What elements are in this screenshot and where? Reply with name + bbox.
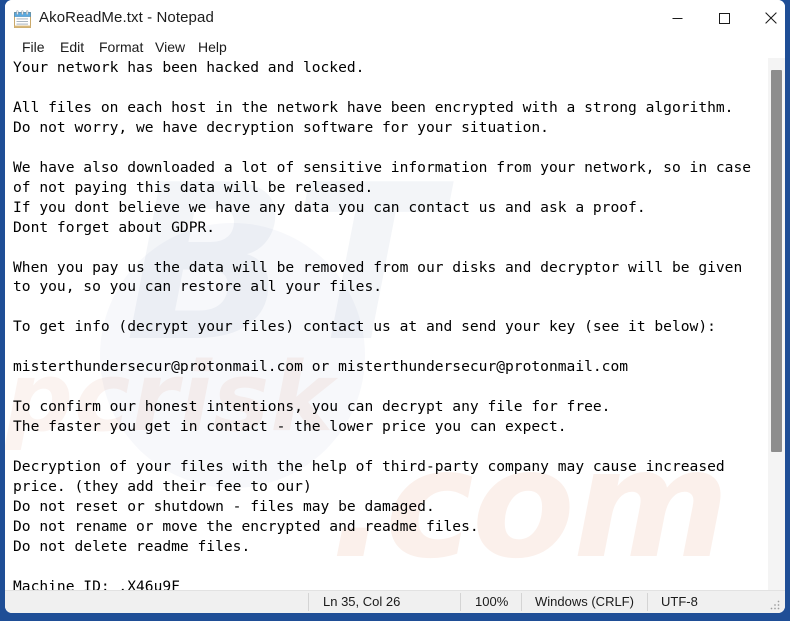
menu-item-format[interactable]: Format: [92, 36, 150, 58]
window-client-area: AkoReadMe.txt - Notepad File Edit Format…: [5, 0, 785, 613]
vertical-scrollbar[interactable]: [768, 58, 785, 590]
status-divider: [521, 593, 522, 611]
status-bar: Ln 35, Col 26 100% Windows (CRLF) UTF-8: [5, 590, 785, 613]
status-cursor-position[interactable]: Ln 35, Col 26: [323, 591, 400, 613]
resize-grip[interactable]: [769, 598, 781, 610]
ransom-note-text[interactable]: Your network has been hacked and locked.…: [5, 58, 785, 590]
menu-item-help[interactable]: Help: [191, 36, 234, 58]
window-title: AkoReadMe.txt - Notepad: [39, 9, 214, 26]
text-editor-area[interactable]: BT pcrisk .com Your network has been hac…: [5, 58, 785, 590]
close-button[interactable]: [748, 0, 785, 36]
menu-item-file[interactable]: File: [15, 36, 52, 58]
status-divider: [647, 593, 648, 611]
menu-bar: File Edit Format View Help: [5, 36, 785, 58]
status-zoom-level[interactable]: 100%: [475, 591, 508, 613]
notepad-window: AkoReadMe.txt - Notepad File Edit Format…: [0, 0, 790, 621]
scrollbar-thumb[interactable]: [771, 70, 782, 452]
maximize-button[interactable]: [701, 0, 747, 36]
minimize-button[interactable]: [654, 0, 700, 36]
status-divider: [460, 593, 461, 611]
status-line-ending[interactable]: Windows (CRLF): [535, 591, 634, 613]
title-bar[interactable]: AkoReadMe.txt - Notepad: [5, 0, 785, 36]
notepad-icon: [14, 10, 31, 28]
menu-item-edit[interactable]: Edit: [53, 36, 91, 58]
status-divider: [308, 593, 309, 611]
menu-item-view[interactable]: View: [148, 36, 192, 58]
status-encoding[interactable]: UTF-8: [661, 591, 698, 613]
